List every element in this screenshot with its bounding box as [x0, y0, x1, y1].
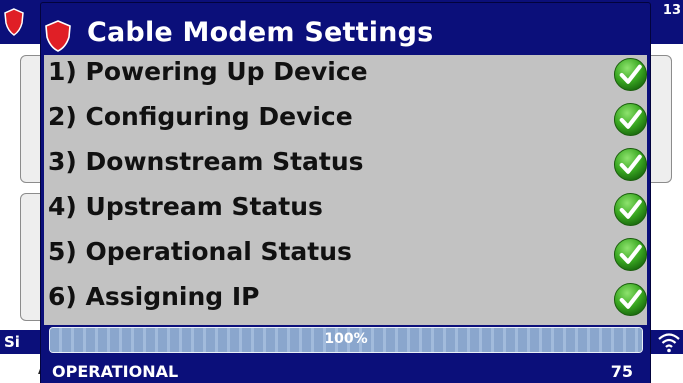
step-row: 1) Powering Up Device [47, 55, 648, 95]
step-row: 6) Assigning IP [47, 280, 648, 320]
clock-text: 13 [662, 3, 681, 18]
step-label: 5) Operational Status [48, 237, 352, 266]
check-icon [613, 237, 648, 272]
check-icon [613, 282, 648, 317]
shield-icon [45, 20, 71, 52]
check-icon [613, 147, 648, 182]
check-icon [613, 102, 648, 137]
status-bar: OPERATIONAL 75 [44, 357, 647, 383]
cable-modem-dialog: Cable Modem Settings 1) Powering Up Devi… [41, 3, 650, 383]
shield-icon [4, 8, 24, 36]
progress-label: 100% [324, 331, 368, 347]
step-label: 2) Configuring Device [48, 102, 353, 131]
check-icon [613, 57, 648, 92]
step-label: 3) Downstream Status [48, 147, 364, 176]
dialog-body: 1) Powering Up Device 2) Configuring Dev… [44, 55, 648, 325]
step-row: 2) Configuring Device [47, 100, 648, 140]
step-label: 6) Assigning IP [48, 282, 260, 311]
status-state: OPERATIONAL [52, 362, 179, 381]
background-strip-text: Si [4, 333, 20, 351]
check-icon [613, 192, 648, 227]
step-row: 3) Downstream Status [47, 145, 648, 185]
step-label: 4) Upstream Status [48, 192, 323, 221]
step-row: 5) Operational Status [47, 235, 648, 275]
dialog-title: Cable Modem Settings [87, 17, 434, 48]
status-value: 75 [610, 362, 633, 381]
screen: 13 Si A Cable Modem Settings 1) Powering… [0, 0, 683, 383]
step-row: 4) Upstream Status [47, 190, 648, 230]
wifi-icon [658, 333, 680, 353]
step-label: 1) Powering Up Device [48, 57, 368, 86]
progress-bar: 100% [49, 327, 643, 353]
